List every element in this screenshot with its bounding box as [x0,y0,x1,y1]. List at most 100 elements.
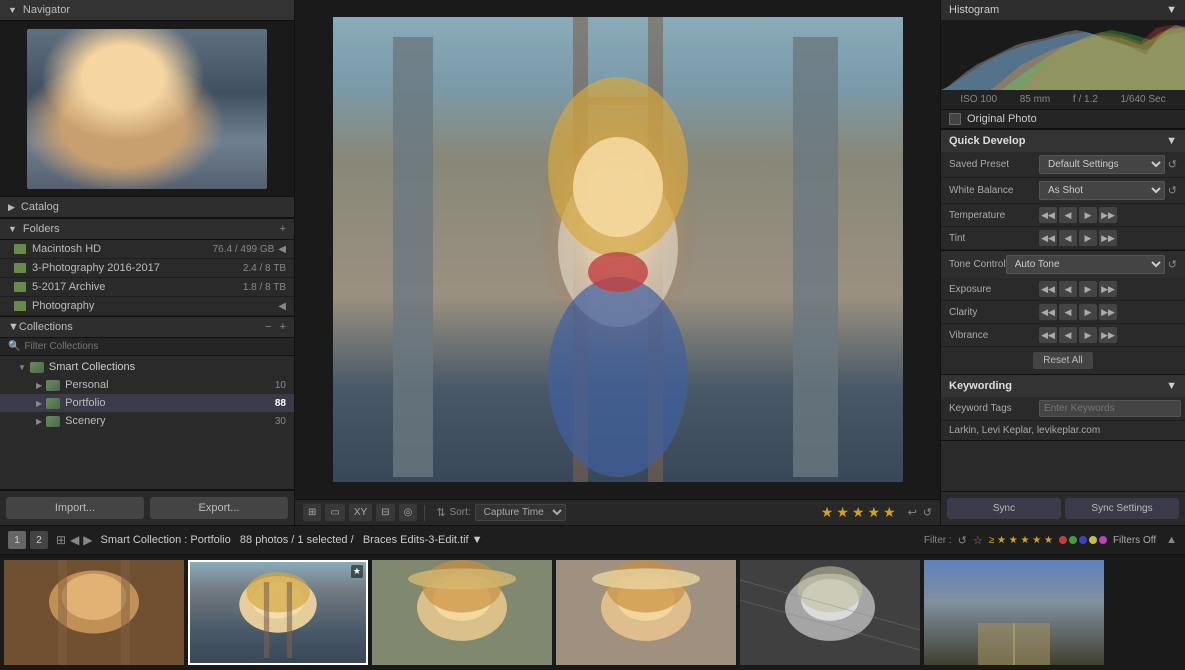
green-filter-dot[interactable] [1069,536,1077,544]
filmstrip-thumb-2[interactable]: ★ [188,560,368,665]
catalog-header[interactable]: ▶ Catalog [0,197,294,218]
quick-develop-section: Quick Develop ▼ Saved Preset Default Set… [941,130,1185,251]
star-filter[interactable]: ≥ ★ ★ ★ ★ ★ [989,535,1053,546]
next-icon[interactable]: ▶ [83,533,92,547]
red-filter-dot[interactable] [1059,536,1067,544]
vibrance-inc[interactable]: ▶ [1079,327,1097,343]
tone-control-section: Tone Control Auto Tone ↺ Exposure ◀◀ ◀ ▶… [941,251,1185,375]
collection-portfolio[interactable]: ▶ Portfolio 88 [0,394,294,412]
saved-preset-reset[interactable]: ↺ [1168,158,1177,171]
collection-personal[interactable]: ▶ Personal 10 [0,376,294,394]
exp-dec[interactable]: ◀ [1059,281,1077,297]
keyword-tags-input[interactable] [1039,400,1181,417]
collection-scenery[interactable]: ▶ Scenery 30 [0,412,294,430]
page-1[interactable]: 1 [8,531,26,549]
collection-icon-portfolio [46,398,60,409]
temp-dec[interactable]: ◀ [1059,207,1077,223]
filmstrip-thumb-5[interactable] [740,560,920,665]
keywording-header[interactable]: Keywording ▼ [941,375,1185,397]
saved-preset-select[interactable]: Default Settings [1039,155,1165,174]
clarity-dec-large[interactable]: ◀◀ [1039,304,1057,320]
exp-dec-large[interactable]: ◀◀ [1039,281,1057,297]
sync-settings-button[interactable]: Sync Settings [1065,498,1179,519]
collection-name-scenery: Scenery [65,415,275,427]
vibrance-dec-large[interactable]: ◀◀ [1039,327,1057,343]
thumb-inner [4,560,184,665]
folder-item-photography2016[interactable]: 3-Photography 2016-2017 2.4 / 8 TB [0,259,294,278]
collections-title-area[interactable]: ▼ Collections [8,321,73,333]
vibrance-dec[interactable]: ◀ [1059,327,1077,343]
temp-dec-large[interactable]: ◀◀ [1039,207,1057,223]
import-button[interactable]: Import... [6,497,144,519]
page-2[interactable]: 2 [30,531,48,549]
navigator-header[interactable]: ▼ Navigator [0,0,294,21]
folder-expand-arrow: ◀ [278,301,286,312]
purple-filter-dot[interactable] [1099,536,1107,544]
folder-name: Photography [32,300,274,312]
clarity-row: Clarity ◀◀ ◀ ▶ ▶▶ [941,301,1185,324]
tint-inc[interactable]: ▶ [1079,230,1097,246]
clarity-dec[interactable]: ◀ [1059,304,1077,320]
filmstrip-thumb-6[interactable] [924,560,1104,665]
vibrance-label: Vibrance [949,330,1039,341]
quick-develop-header[interactable]: Quick Develop ▼ [941,130,1185,152]
folder-item-macintosh[interactable]: Macintosh HD 76.4 / 499 GB ◀ [0,240,294,259]
filmstrip-thumb-1[interactable] [4,560,184,665]
smart-collections-header[interactable]: ▼ Smart Collections [0,358,294,376]
quick-develop-title: Quick Develop [949,135,1025,147]
breadcrumb-file[interactable]: Braces Edits-3-Edit.tif [363,534,469,546]
temp-inc[interactable]: ▶ [1079,207,1097,223]
loupe-view-button[interactable]: ▭ [325,504,344,521]
compare-view-button[interactable]: XY [349,504,372,521]
export-button[interactable]: Export... [150,497,288,519]
exp-inc-large[interactable]: ▶▶ [1099,281,1117,297]
vibrance-inc-large[interactable]: ▶▶ [1099,327,1117,343]
main-photo-container [295,0,940,499]
histogram-header[interactable]: Histogram ▼ [941,0,1185,20]
clarity-inc-large[interactable]: ▶▶ [1099,304,1117,320]
remove-collection-button[interactable]: − [265,321,271,333]
survey-view-button[interactable]: ⊟ [376,504,394,521]
sync-button[interactable]: Sync [947,498,1061,519]
sort-select[interactable]: Capture Time File Name Rating [475,504,566,521]
blue-filter-dot[interactable] [1079,536,1087,544]
exp-inc[interactable]: ▶ [1079,281,1097,297]
add-collection-button[interactable]: + [280,321,286,333]
star-rating[interactable]: ★ ★ ★ ★ ★ [821,504,896,521]
tint-dec-large[interactable]: ◀◀ [1039,230,1057,246]
reset-all-button[interactable]: Reset All [1033,352,1092,369]
tone-control-select[interactable]: Auto Tone [1006,255,1165,274]
meta-iso: ISO 100 [960,94,997,105]
filmstrip-thumb-4[interactable] [556,560,736,665]
keyword-tags-text: Larkin, Levi Keplar, levikeplar.com [941,421,1185,440]
filter-icon-2[interactable]: ☆ [973,534,983,547]
prev-icon[interactable]: ◀ [70,533,79,547]
filter-icon-1[interactable]: ↺ [958,534,967,547]
folder-item-photography[interactable]: Photography ◀ [0,297,294,316]
original-photo-checkbox[interactable] [949,113,961,125]
grid-icon[interactable]: ⊞ [56,533,66,547]
rotate-button[interactable]: ↺ [923,506,932,519]
folder-item-archive[interactable]: 5-2017 Archive 1.8 / 8 TB [0,278,294,297]
yellow-filter-dot[interactable] [1089,536,1097,544]
add-folder-button[interactable]: + [280,223,286,235]
temp-inc-large[interactable]: ▶▶ [1099,207,1117,223]
folders-header[interactable]: ▼ Folders + [0,219,294,240]
star-5: ★ [883,504,896,521]
grid-view-button[interactable]: ⊞ [303,504,321,521]
filmstrip-collapse-icon[interactable]: ▲ [1166,534,1177,546]
tint-dec[interactable]: ◀ [1059,230,1077,246]
flag-button[interactable]: ↩ [908,506,917,519]
white-balance-select[interactable]: As Shot Auto Daylight [1039,181,1165,200]
star-3: ★ [852,504,865,521]
histogram-collapse-icon: ▼ [1166,4,1177,16]
saved-preset-row: Saved Preset Default Settings ↺ [941,152,1185,178]
white-balance-reset[interactable]: ↺ [1168,184,1177,197]
tone-reset[interactable]: ↺ [1168,258,1177,271]
tint-inc-large[interactable]: ▶▶ [1099,230,1117,246]
people-view-button[interactable]: ◎ [399,504,418,521]
filmstrip-thumb-3[interactable] [372,560,552,665]
clarity-inc[interactable]: ▶ [1079,304,1097,320]
breadcrumb-dropdown[interactable]: ▼ [472,534,483,546]
filter-collections-input[interactable] [24,341,286,352]
